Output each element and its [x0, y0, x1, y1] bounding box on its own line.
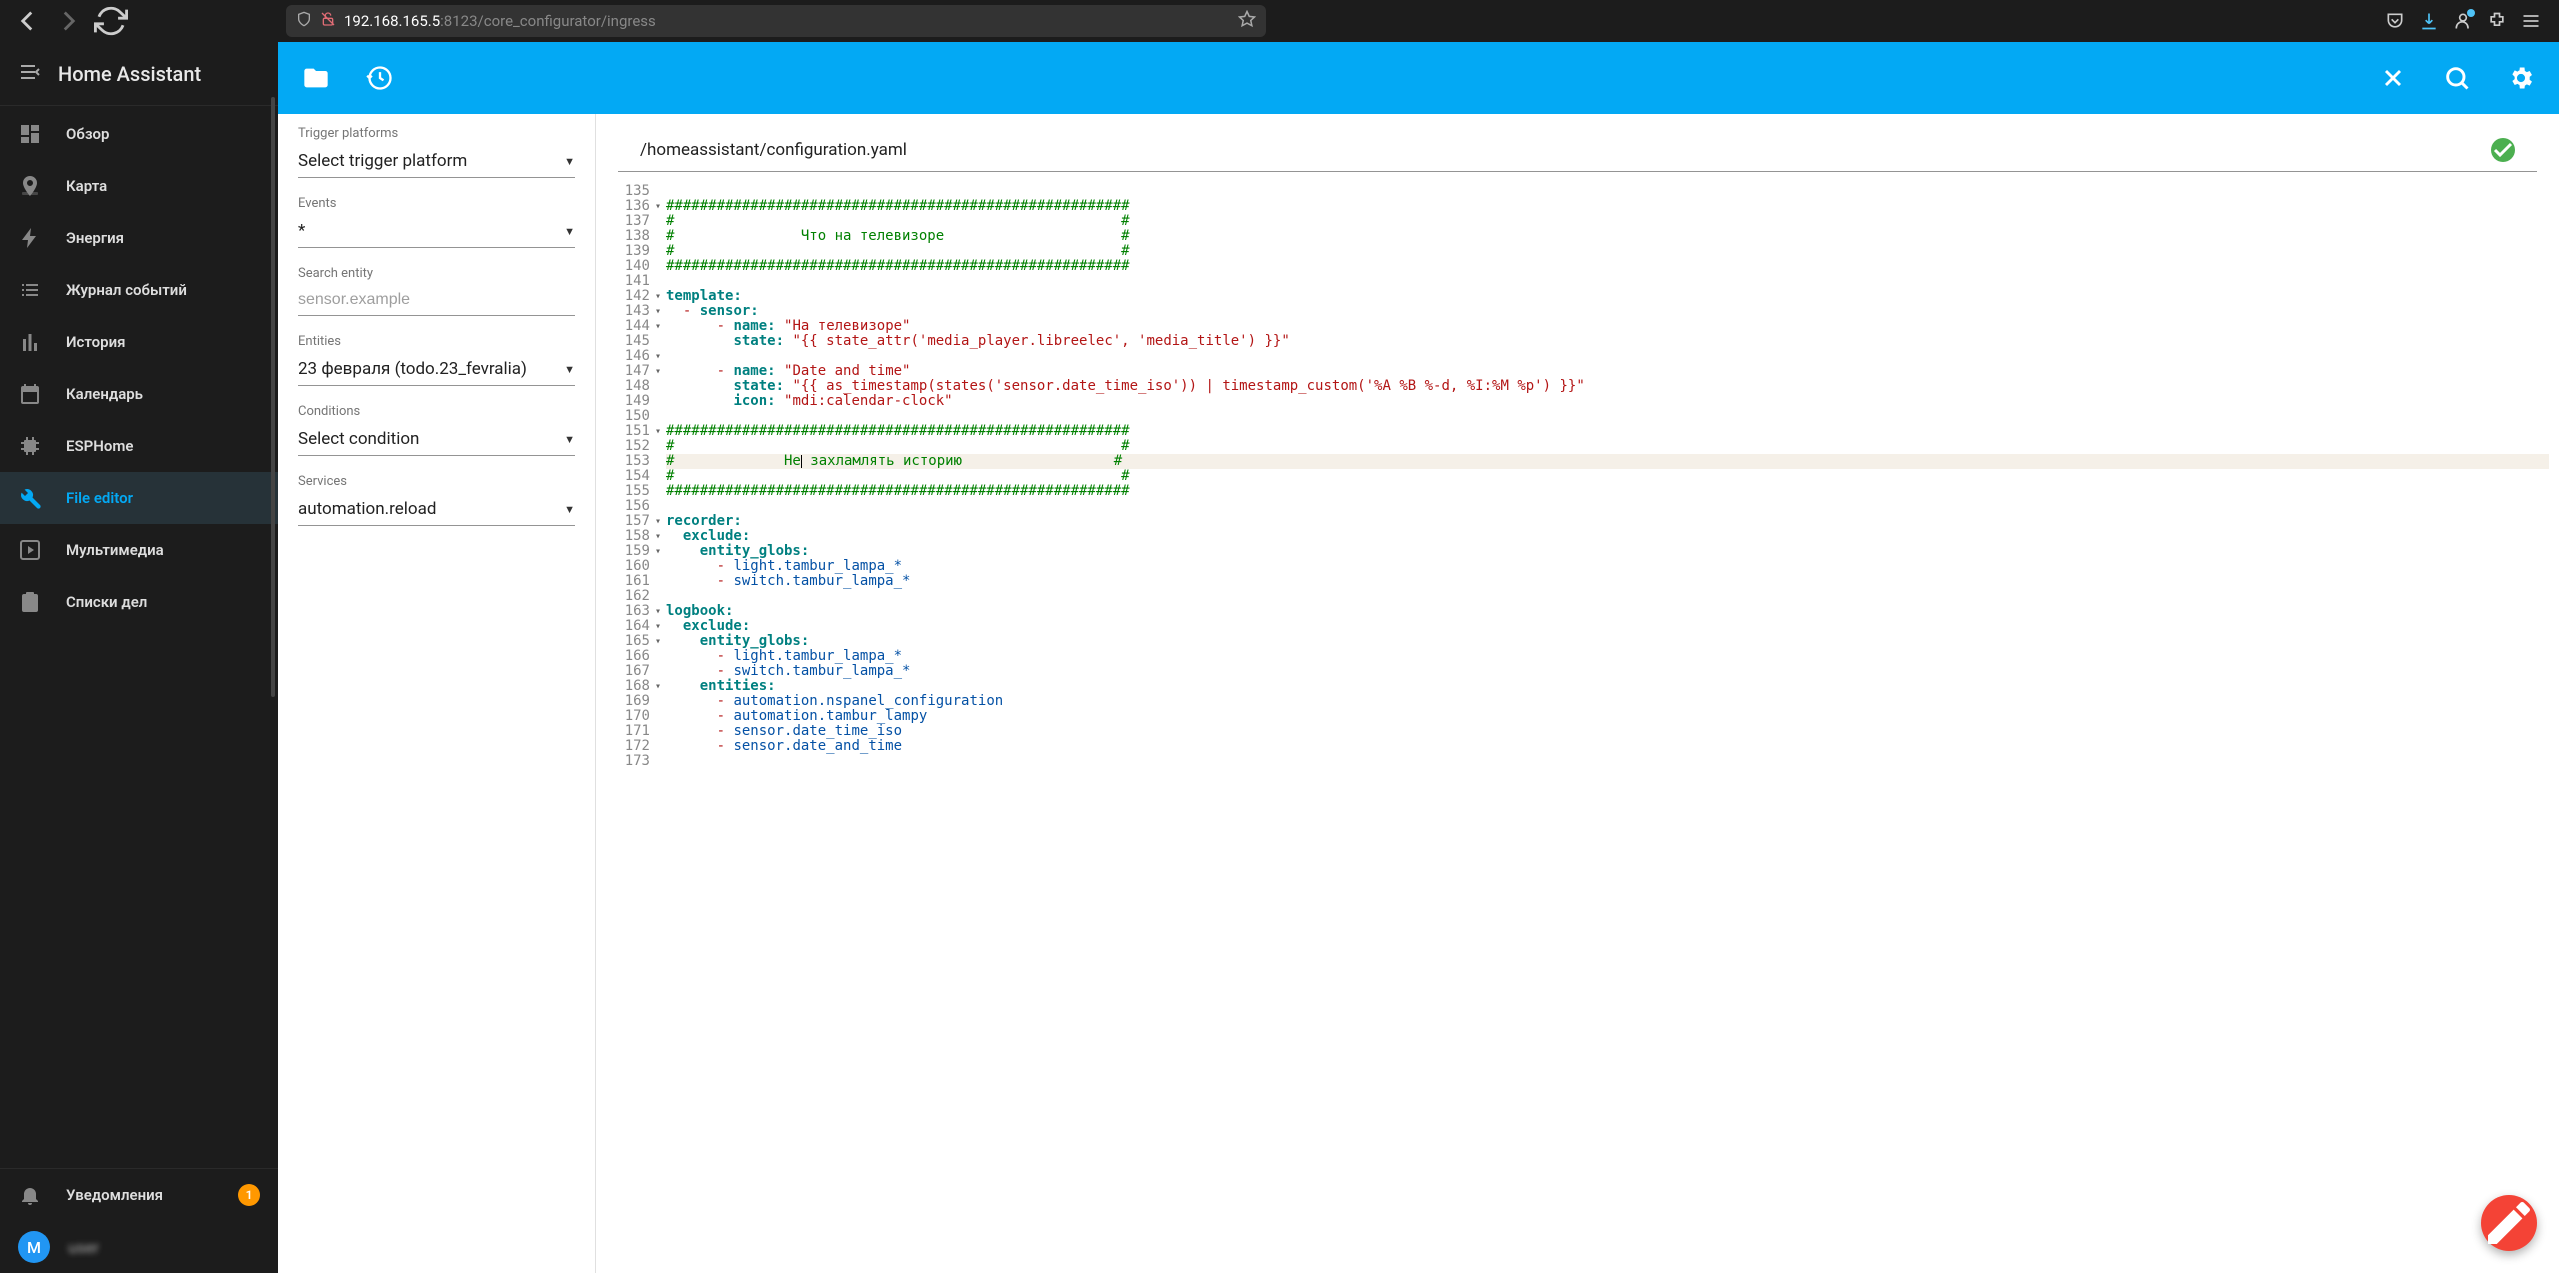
bookmark-star-icon[interactable] — [1238, 10, 1256, 32]
conditions-label: Conditions — [298, 404, 575, 419]
search-button[interactable] — [2443, 64, 2471, 92]
sidebar-item-calendar[interactable]: Календарь — [0, 368, 278, 420]
wrench-icon — [18, 486, 42, 510]
services-select[interactable]: automation.reload▼ — [298, 493, 575, 526]
trigger-label: Trigger platforms — [298, 126, 575, 141]
app-title: Home Assistant — [58, 62, 201, 86]
list-icon — [18, 278, 42, 302]
url-text: 192.168.165.5:8123/core_configurator/ing… — [344, 12, 656, 30]
sidebar-notifications[interactable]: Уведомления 1 — [0, 1169, 278, 1221]
sidebar-item-label: Журнал событий — [66, 281, 187, 299]
conditions-select[interactable]: Select condition▼ — [298, 423, 575, 456]
events-label: Events — [298, 196, 575, 211]
user-avatar: M — [18, 1231, 50, 1263]
left-panel: Trigger platforms Select trigger platfor… — [278, 114, 596, 1273]
account-icon[interactable] — [2453, 11, 2473, 31]
sidebar-user[interactable]: M user — [0, 1221, 278, 1273]
sidebar-item-wrench[interactable]: File editor — [0, 472, 278, 524]
map-icon — [18, 174, 42, 198]
sidebar-item-label: ESPHome — [66, 437, 133, 455]
notifications-label: Уведомления — [66, 1186, 163, 1204]
sidebar-item-label: File editor — [66, 489, 133, 507]
events-select[interactable]: *▼ — [298, 215, 575, 248]
forward-button[interactable] — [52, 4, 86, 38]
file-path-bar: /homeassistant/configuration.yaml — [618, 128, 2537, 172]
sidebar-item-clipboard[interactable]: Списки дел — [0, 576, 278, 628]
entities-select[interactable]: 23 февраля (todo.23_fevralia)▼ — [298, 353, 575, 386]
valid-check-icon — [2491, 138, 2515, 162]
sidebar-item-chart[interactable]: История — [0, 316, 278, 368]
file-path: /homeassistant/configuration.yaml — [640, 140, 907, 160]
settings-button[interactable] — [2507, 64, 2535, 92]
address-bar[interactable]: 192.168.165.5:8123/core_configurator/ing… — [286, 5, 1266, 37]
downloads-icon[interactable] — [2419, 11, 2439, 31]
sidebar-item-label: Списки дел — [66, 593, 147, 611]
code-editor[interactable]: 135136▾137138139140141142▾143▾144▾145146… — [596, 180, 2559, 1273]
sidebar-toggle-icon[interactable] — [18, 60, 42, 88]
sidebar-item-label: Календарь — [66, 385, 143, 403]
sidebar-item-label: Мультимедиа — [66, 541, 164, 559]
sidebar-item-play[interactable]: Мультимедиа — [0, 524, 278, 576]
sidebar-item-list[interactable]: Журнал событий — [0, 264, 278, 316]
sidebar: Home Assistant Обзор Карта Энергия Журнал с… — [0, 42, 278, 1273]
back-button[interactable] — [10, 4, 44, 38]
search-entity-input[interactable] — [298, 285, 575, 316]
notifications-badge: 1 — [238, 1184, 260, 1206]
sidebar-item-chip[interactable]: ESPHome — [0, 420, 278, 472]
folder-button[interactable] — [302, 64, 330, 92]
clipboard-icon — [18, 590, 42, 614]
edit-fab[interactable] — [2481, 1195, 2537, 1251]
history-button[interactable] — [366, 64, 394, 92]
services-label: Services — [298, 474, 575, 489]
sidebar-item-dashboard[interactable]: Обзор — [0, 108, 278, 160]
bell-icon — [18, 1183, 42, 1207]
trigger-select[interactable]: Select trigger platform▼ — [298, 145, 575, 178]
sidebar-item-label: Энергия — [66, 229, 124, 247]
menu-icon[interactable] — [2521, 11, 2541, 31]
close-button[interactable] — [2379, 64, 2407, 92]
insecure-lock-icon — [320, 11, 336, 31]
editor-toolbar — [278, 42, 2559, 114]
pocket-icon[interactable] — [2385, 11, 2405, 31]
sidebar-header: Home Assistant — [0, 42, 278, 106]
chip-icon — [18, 434, 42, 458]
sidebar-item-map[interactable]: Карта — [0, 160, 278, 212]
chart-icon — [18, 330, 42, 354]
play-icon — [18, 538, 42, 562]
user-name: user — [68, 1238, 99, 1257]
reload-button[interactable] — [94, 4, 128, 38]
bolt-icon — [18, 226, 42, 250]
entities-label: Entities — [298, 334, 575, 349]
shield-icon — [296, 11, 312, 31]
browser-toolbar: 192.168.165.5:8123/core_configurator/ing… — [0, 0, 2559, 42]
search-entity-label: Search entity — [298, 266, 575, 281]
extensions-icon[interactable] — [2487, 11, 2507, 31]
sidebar-item-bolt[interactable]: Энергия — [0, 212, 278, 264]
sidebar-item-label: Обзор — [66, 125, 109, 143]
dashboard-icon — [18, 122, 42, 146]
sidebar-item-label: История — [66, 333, 125, 351]
sidebar-item-label: Карта — [66, 177, 107, 195]
calendar-icon — [18, 382, 42, 406]
